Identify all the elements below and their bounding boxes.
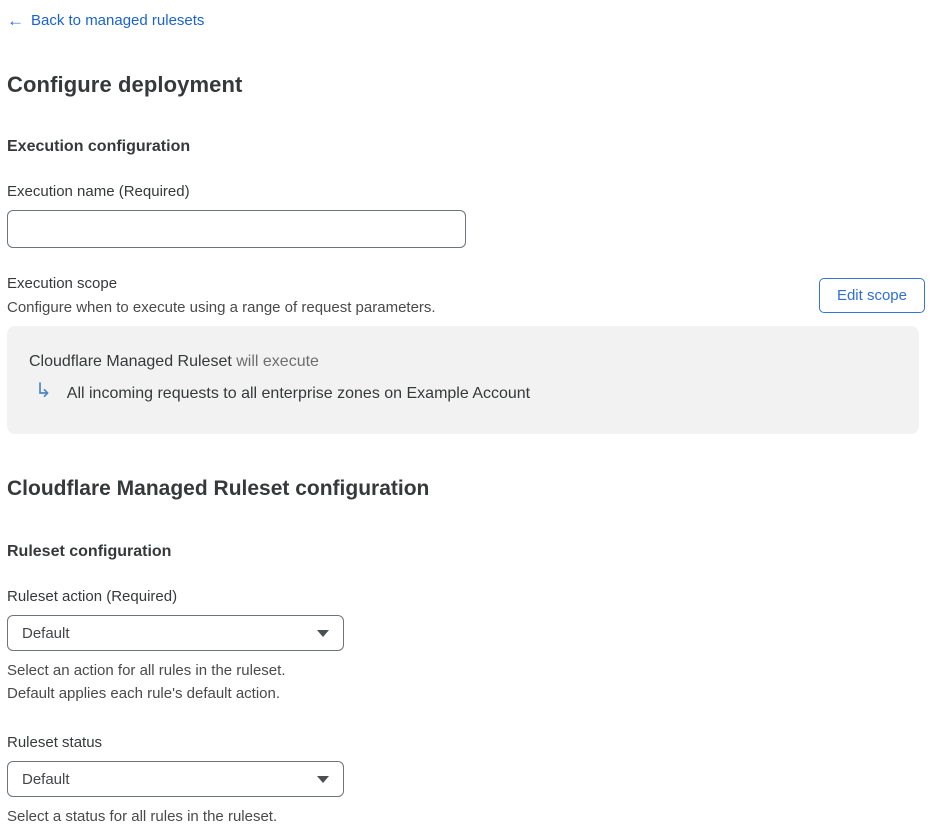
ruleset-action-selected-value: Default	[22, 624, 70, 642]
ruleset-action-help-line2: Default applies each rule's default acti…	[7, 685, 281, 702]
execution-name-input[interactable]	[7, 210, 466, 248]
scope-summary-detail-text: All incoming requests to all enterprise …	[66, 385, 531, 402]
ruleset-action-help: Select an action for all rules in the ru…	[7, 659, 925, 705]
execution-scope-label: Execution scope	[7, 275, 118, 292]
ruleset-status-selected-value: Default	[22, 770, 70, 788]
chevron-down-icon	[317, 775, 329, 783]
execution-scope-text-block: Execution scope Configure when to execut…	[7, 275, 436, 316]
edit-scope-button[interactable]: Edit scope	[818, 278, 925, 313]
execution-name-label: Execution name (Required)	[7, 183, 190, 200]
ruleset-action-label: Ruleset action (Required)	[7, 588, 178, 605]
back-to-managed-rulesets-link[interactable]: ← Back to managed rulesets	[7, 12, 204, 29]
scope-summary-panel: Cloudflare Managed Ruleset will execute …	[7, 326, 919, 434]
execution-scope-description: Configure when to execute using a range …	[7, 299, 436, 316]
branch-arrow-icon: ↳	[35, 380, 52, 402]
execution-scope-row: Execution scope Configure when to execut…	[7, 275, 925, 316]
ruleset-status-select[interactable]: Default	[7, 761, 344, 797]
managed-ruleset-configuration-heading: Cloudflare Managed Ruleset configuration	[7, 477, 430, 500]
ruleset-status-label: Ruleset status	[7, 734, 103, 751]
ruleset-action-select[interactable]: Default	[7, 615, 344, 651]
scope-summary-will-execute: will execute	[231, 353, 319, 370]
ruleset-status-help-line1: Select a status for all rules in the rul…	[7, 808, 278, 825]
page-title: Configure deployment	[7, 72, 243, 97]
chevron-down-icon	[317, 629, 329, 637]
scope-summary-detail: ↳ All incoming requests to all enterpris…	[29, 380, 897, 404]
scope-summary-ruleset-name: Cloudflare Managed Ruleset	[29, 353, 232, 370]
execution-configuration-heading: Execution configuration	[7, 138, 191, 155]
ruleset-configuration-subheading: Ruleset configuration	[7, 543, 172, 560]
back-arrow-icon: ←	[7, 11, 24, 30]
ruleset-action-help-line1: Select an action for all rules in the ru…	[7, 662, 286, 679]
configure-deployment-page: ← Back to managed rulesets Configure dep…	[0, 0, 931, 825]
back-link-label: Back to managed rulesets	[31, 12, 205, 29]
scope-summary-headline: Cloudflare Managed Ruleset will execute	[29, 353, 897, 371]
ruleset-status-help: Select a status for all rules in the rul…	[7, 805, 925, 828]
